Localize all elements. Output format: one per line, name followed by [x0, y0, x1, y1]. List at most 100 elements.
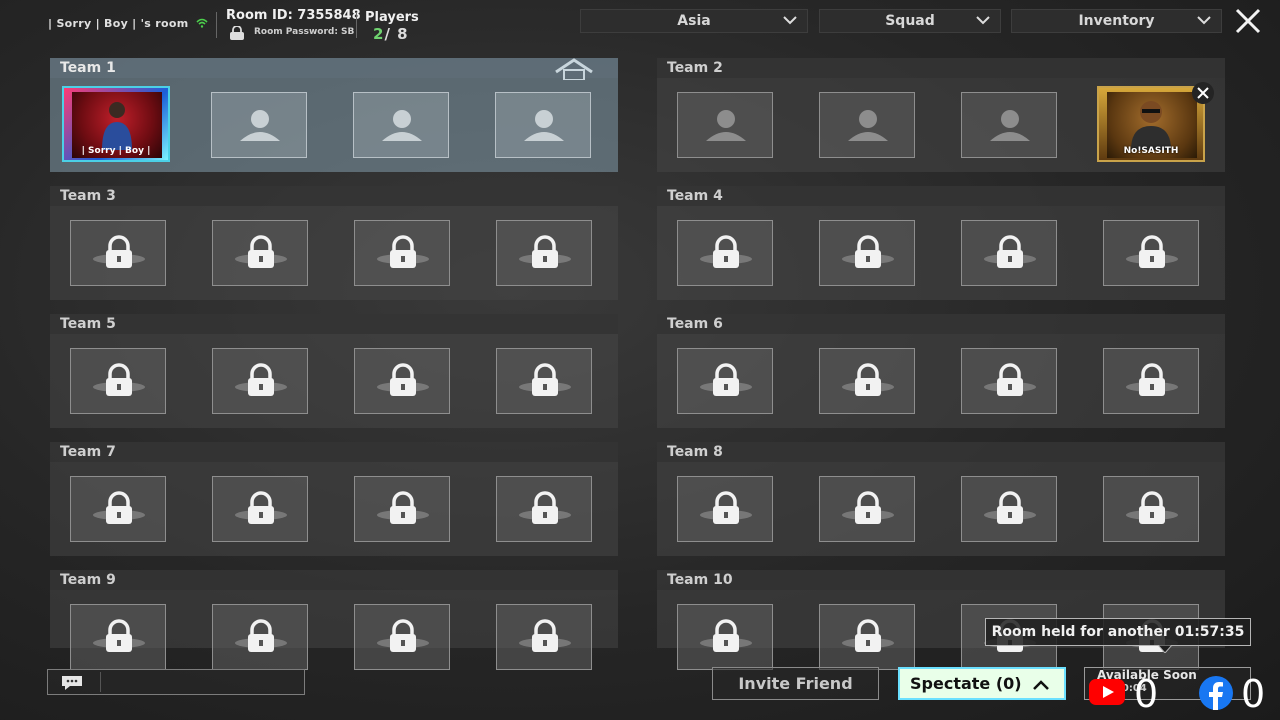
divider — [100, 672, 101, 692]
players-label: Players — [365, 10, 419, 25]
empty-slot[interactable] — [677, 92, 773, 158]
locked-slot[interactable] — [212, 604, 308, 670]
facebook-icon — [1199, 676, 1233, 710]
lock-icon — [984, 363, 1036, 396]
locked-slot[interactable] — [677, 220, 773, 286]
team-5-panel: Team 5 — [50, 314, 618, 428]
lock-icon — [235, 363, 287, 396]
players-current: 2 — [373, 25, 385, 43]
lock-icon — [700, 235, 752, 268]
empty-slot[interactable] — [211, 92, 307, 158]
team-9-header: Team 9 — [50, 570, 618, 590]
lock-icon — [519, 619, 571, 652]
room-id: Room ID: 7355848 — [226, 8, 361, 23]
locked-slot[interactable] — [70, 476, 166, 542]
lock-icon — [377, 491, 429, 524]
lock-icon — [235, 491, 287, 524]
locked-slot[interactable] — [819, 476, 915, 542]
team-6-header: Team 6 — [657, 314, 1225, 334]
locked-slot[interactable] — [961, 476, 1057, 542]
locked-slot[interactable] — [70, 604, 166, 670]
lock-icon — [93, 363, 145, 396]
locked-slot[interactable] — [496, 604, 592, 670]
lock-icon — [93, 235, 145, 268]
region-dropdown[interactable]: Asia — [580, 9, 808, 33]
locked-slot[interactable] — [496, 348, 592, 414]
team-2-header: Team 2 — [657, 58, 1225, 78]
team-8-panel: Team 8 — [657, 442, 1225, 556]
locked-slot[interactable] — [819, 348, 915, 414]
close-icon[interactable] — [1192, 82, 1214, 104]
player-name: | Sorry | Boy | — [81, 146, 151, 156]
wifi-icon — [196, 18, 208, 28]
facebook-count: 0 — [1241, 672, 1266, 716]
mode-dropdown[interactable]: Squad — [819, 9, 1001, 33]
team-9-panel: Team 9 — [50, 570, 618, 670]
lock-icon — [700, 619, 752, 652]
team-7-header: Team 7 — [50, 442, 618, 462]
youtube-count: 0 — [1134, 672, 1159, 716]
lock-icon — [842, 235, 894, 268]
person-placeholder-icon — [382, 110, 422, 141]
locked-slot[interactable] — [677, 476, 773, 542]
lock-icon — [235, 619, 287, 652]
lock-icon — [1126, 235, 1178, 268]
empty-slot[interactable] — [961, 92, 1057, 158]
locked-slot[interactable] — [819, 220, 915, 286]
team-5-header: Team 5 — [50, 314, 618, 334]
invite-friend-button[interactable]: Invite Friend — [712, 667, 879, 700]
room-name: | Sorry | Boy | 's room — [48, 17, 189, 30]
locked-slot[interactable] — [354, 220, 450, 286]
locked-slot[interactable] — [354, 476, 450, 542]
chevron-down-icon — [976, 16, 990, 25]
locked-slot[interactable] — [496, 476, 592, 542]
close-icon[interactable] — [1232, 8, 1264, 34]
person-placeholder-icon — [848, 110, 888, 141]
locked-slot[interactable] — [212, 476, 308, 542]
locked-slot[interactable] — [354, 604, 450, 670]
inventory-dropdown[interactable]: Inventory — [1011, 9, 1222, 33]
locked-slot[interactable] — [212, 348, 308, 414]
team-1-panel: Team 1 | Sorry | Boy | — [50, 58, 618, 172]
locked-slot[interactable] — [677, 604, 773, 670]
person-placeholder-icon — [524, 110, 564, 141]
lock-icon — [235, 235, 287, 268]
player-name: No!SASITH — [1123, 146, 1179, 156]
locked-slot[interactable] — [212, 220, 308, 286]
locked-slot[interactable] — [1103, 476, 1199, 542]
chevron-down-icon — [1197, 16, 1211, 25]
empty-slot[interactable] — [353, 92, 449, 158]
spectate-button[interactable]: Spectate (0) — [898, 667, 1066, 700]
player-figure — [102, 102, 132, 150]
divider — [356, 12, 357, 38]
locked-slot[interactable] — [70, 348, 166, 414]
chat-input[interactable] — [47, 669, 305, 695]
locked-slot[interactable] — [961, 220, 1057, 286]
empty-slot[interactable] — [495, 92, 591, 158]
lock-icon — [700, 491, 752, 524]
top-bar: | Sorry | Boy | 's room Room ID: 7355848… — [0, 0, 1280, 44]
banner-pointer — [1158, 645, 1172, 653]
lock-icon — [93, 619, 145, 652]
locked-slot[interactable] — [819, 604, 915, 670]
chat-icon — [62, 676, 82, 690]
divider — [216, 12, 217, 38]
lock-icon — [377, 363, 429, 396]
empty-slot[interactable] — [819, 92, 915, 158]
locked-slot[interactable] — [1103, 220, 1199, 286]
team-10-header: Team 10 — [657, 570, 1225, 590]
lock-icon — [519, 235, 571, 268]
room-held-banner: Room held for another 01:57:35 — [985, 618, 1251, 646]
player-avatar[interactable]: | Sorry | Boy | — [62, 86, 170, 162]
locked-slot[interactable] — [354, 348, 450, 414]
locked-slot[interactable] — [70, 220, 166, 286]
locked-slot[interactable] — [496, 220, 592, 286]
person-placeholder-icon — [240, 110, 280, 141]
team-4-header: Team 4 — [657, 186, 1225, 206]
locked-slot[interactable] — [1103, 348, 1199, 414]
player-avatar[interactable]: No!SASITH — [1097, 86, 1205, 162]
region-value: Asia — [677, 13, 711, 29]
locked-slot[interactable] — [677, 348, 773, 414]
locked-slot[interactable] — [961, 348, 1057, 414]
room-password: Room Password: SB — [254, 27, 355, 37]
